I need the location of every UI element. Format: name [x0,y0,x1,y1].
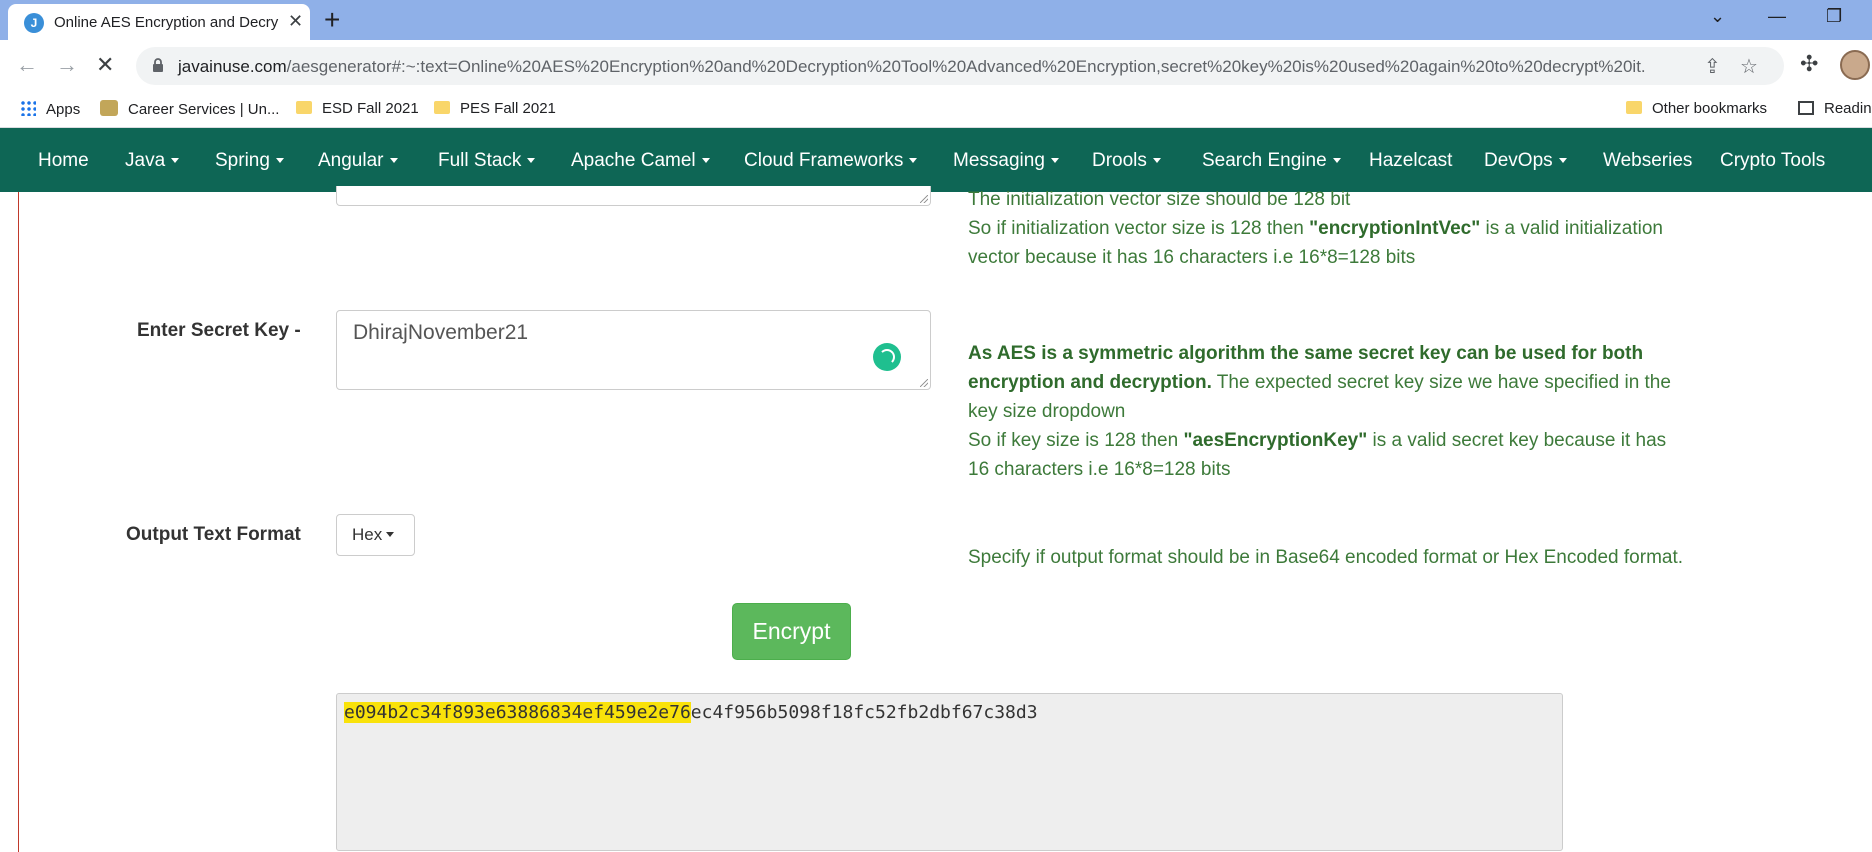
bookmark-other-bookmarks[interactable]: Other bookmarks [1626,100,1767,117]
caret-down-icon [389,158,398,163]
back-arrow-icon[interactable]: ← [16,52,38,78]
lock-icon [153,58,163,72]
nav-java[interactable]: Java [125,150,180,172]
bookmark-career-services[interactable]: Career Services | Un... [100,100,279,118]
restore-icon[interactable]: ❐ [1826,6,1842,27]
minimize-icon[interactable]: — [1768,6,1786,27]
encrypted-output-area[interactable]: e094b2c34f893e63886834ef459e2e76ec4f956b… [336,693,1563,851]
caret-down-icon [275,158,284,163]
nav-spring[interactable]: Spring [215,150,284,172]
folder-icon [434,101,450,114]
secret-key-input[interactable]: DhirajNovember21 [336,310,931,390]
reading-list-icon [1798,101,1814,115]
url-text: javainuse.com/aesgenerator#:~:text=Onlin… [178,57,1646,76]
highlighted-output-text: e094b2c34f893e63886834ef459e2e76 [344,702,691,723]
forward-arrow-icon[interactable]: → [56,52,78,78]
output-format-label: Output Text Format [126,524,301,545]
browser-tab-strip: J Online AES Encryption and Decry ✕ + ⌄ … [0,0,1872,40]
nav-drools[interactable]: Drools [1092,150,1161,172]
caret-down-icon [527,158,536,163]
nav-crypto-tools[interactable]: Crypto Tools [1720,150,1825,172]
nav-apache-camel[interactable]: Apache Camel [571,150,710,172]
encrypted-output-text: e094b2c34f893e63886834ef459e2e76ec4f956b… [344,702,1038,723]
address-bar[interactable]: javainuse.com/aesgenerator#:~:text=Onlin… [136,47,1784,85]
extensions-puzzle-icon[interactable]: ✣ [1800,51,1818,77]
stop-loading-icon[interactable]: ✕ [96,52,114,78]
caret-down-icon [1152,158,1161,163]
secret-key-value: DhirajNovember21 [353,321,529,344]
site-nav: Home Java Spring Angular Full Stack Apac… [0,128,1872,192]
browser-tab[interactable]: J Online AES Encryption and Decry ✕ [8,4,310,40]
site-favicon-icon: J [24,13,44,33]
secret-key-help-text: As AES is a symmetric algorithm the same… [968,343,1671,480]
folder-icon [1626,101,1642,114]
apps-grid-icon [20,100,36,116]
caret-down-icon [1050,158,1059,163]
nav-home[interactable]: Home [38,150,89,172]
tab-search-chevron-icon[interactable]: ⌄ [1710,6,1725,27]
share-icon[interactable]: ⇪ [1704,54,1721,79]
iv-help-text: The initialization vector size should be… [968,189,1663,268]
nav-full-stack[interactable]: Full Stack [438,150,536,172]
caret-down-icon [386,532,395,537]
caret-down-icon [701,158,710,163]
caret-down-icon [909,158,918,163]
secret-key-label: Enter Secret Key - [137,320,301,341]
nav-webseries[interactable]: Webseries [1603,150,1692,172]
close-icon[interactable]: ✕ [288,11,303,32]
career-services-icon [100,100,118,116]
resize-grip-icon[interactable] [920,379,928,387]
caret-down-icon [1558,158,1567,163]
iv-input-bottom-edge[interactable] [336,186,931,206]
output-format-help-text: Specify if output format should be in Ba… [968,547,1684,568]
profile-avatar[interactable] [1840,50,1870,80]
output-format-dropdown[interactable]: Hex [336,514,415,556]
password-manager-icon[interactable] [873,343,901,371]
nav-search-engine[interactable]: Search Engine [1202,150,1341,172]
tab-title: Online AES Encryption and Decry [54,14,279,31]
bookmarks-bar: Apps Career Services | Un... ESD Fall 20… [0,92,1872,128]
page-content: The initialization vector size should be… [0,186,1872,852]
left-border-rule [18,192,19,852]
encrypt-button[interactable]: Encrypt [732,603,851,660]
caret-down-icon [171,158,180,163]
nav-hazelcast[interactable]: Hazelcast [1369,150,1452,172]
caret-down-icon [1332,158,1341,163]
nav-angular[interactable]: Angular [318,150,398,172]
folder-icon [296,101,312,114]
browser-toolbar: ← → ✕ javainuse.com/aesgenerator#:~:text… [0,40,1872,92]
reading-list[interactable]: Readin [1798,100,1872,117]
bookmark-star-icon[interactable]: ☆ [1740,54,1758,79]
nav-cloud-frameworks[interactable]: Cloud Frameworks [744,150,918,172]
bookmark-esd-fall-2021[interactable]: ESD Fall 2021 [296,100,419,117]
nav-devops[interactable]: DevOps [1484,150,1567,172]
bookmark-pes-fall-2021[interactable]: PES Fall 2021 [434,100,556,117]
resize-grip-icon[interactable] [920,195,928,203]
bookmark-apps[interactable]: Apps [20,100,80,118]
nav-messaging[interactable]: Messaging [953,150,1059,172]
new-tab-plus-icon[interactable]: + [324,4,340,36]
